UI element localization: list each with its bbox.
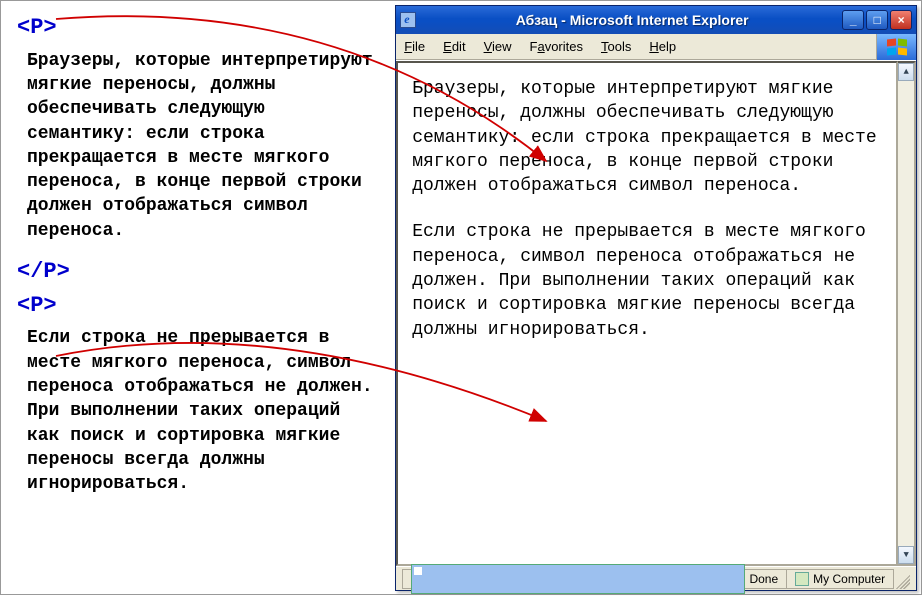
maximize-button[interactable]: □ [866,10,888,30]
source-paragraph-1: Браузеры, которые интерпретируют мягкие … [27,49,379,243]
titlebar[interactable]: Абзац - Microsoft Internet Explorer _ □ … [396,6,916,34]
menu-edit[interactable]: Edit [443,39,465,54]
rendered-page: Браузеры, которые интерпретируют мягкие … [396,61,898,566]
scroll-track[interactable] [898,81,914,546]
menu-favorites[interactable]: Favorites [530,39,583,54]
menu-help[interactable]: Help [649,39,676,54]
ie-icon [400,12,416,28]
menu-file[interactable]: File [404,39,425,54]
scroll-up-button[interactable]: ▲ [898,63,914,81]
status-bar: Done My Computer [396,566,916,590]
open-p-tag-2: <P> [17,291,379,321]
window-title: Абзац - Microsoft Internet Explorer [422,12,842,28]
close-button[interactable]: × [890,10,912,30]
status-done: Done [402,569,786,589]
windows-logo [876,34,916,60]
rendered-paragraph-1: Браузеры, которые интерпретируют мягкие … [412,77,882,198]
ie-window: Абзац - Microsoft Internet Explorer _ □ … [395,5,917,591]
source-paragraph-2: Если строка не прерывается в месте мягко… [27,326,379,496]
status-done-text: Done [749,572,778,586]
scroll-down-button[interactable]: ▼ [898,546,914,564]
resize-grip[interactable] [894,569,910,589]
menu-tools[interactable]: Tools [601,39,631,54]
rendered-paragraph-2: Если строка не прерывается в месте мягко… [412,220,882,341]
my-computer-icon [795,572,809,586]
close-p-tag-1: </P> [17,257,379,287]
open-p-tag-1: <P> [17,13,379,43]
source-code-pane: <P> Браузеры, которые интерпретируют мяг… [1,1,395,594]
menu-bar: File Edit View Favorites Tools Help [396,34,916,60]
status-zone-text: My Computer [813,572,885,586]
page-icon [411,564,745,594]
minimize-button[interactable]: _ [842,10,864,30]
menu-view[interactable]: View [484,39,512,54]
status-zone: My Computer [786,569,894,589]
vertical-scrollbar[interactable]: ▲ ▼ [898,61,916,566]
